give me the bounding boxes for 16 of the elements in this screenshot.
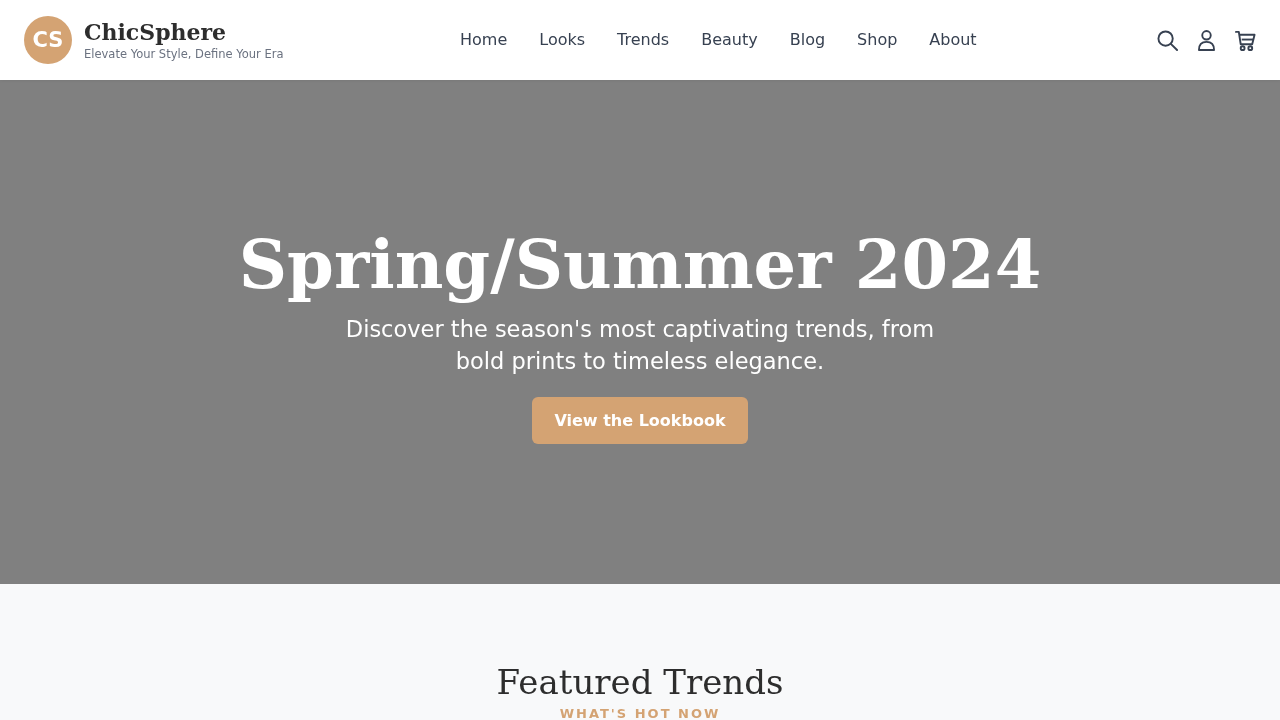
section-title: Featured Trends — [496, 661, 784, 704]
brand-name: ChicSphere — [84, 18, 228, 45]
nav-link[interactable]: About — [929, 29, 977, 51]
nav-link[interactable]: Home — [460, 29, 508, 51]
nav-link[interactable]: Looks — [539, 29, 586, 51]
nav-link[interactable]: Trends — [617, 29, 670, 51]
cart-icon[interactable] — [1235, 29, 1256, 51]
nav-link[interactable]: Shop — [857, 29, 898, 51]
nav-link[interactable]: Beauty — [701, 29, 758, 51]
search-icon[interactable] — [1157, 29, 1178, 51]
nav-link[interactable]: Blog — [789, 29, 826, 51]
brand-tagline: Elevate Your Style, Define Your Era — [84, 45, 284, 62]
section-subtitle: WHAT'S HOT NOW — [559, 706, 721, 720]
hero-title: Spring/Summer 2024 — [238, 224, 1042, 305]
user-icon[interactable] — [1198, 29, 1215, 51]
hero-subtitle: Discover the season's most captivating trends, from bold prints to timeless elegance. — [344, 314, 936, 376]
